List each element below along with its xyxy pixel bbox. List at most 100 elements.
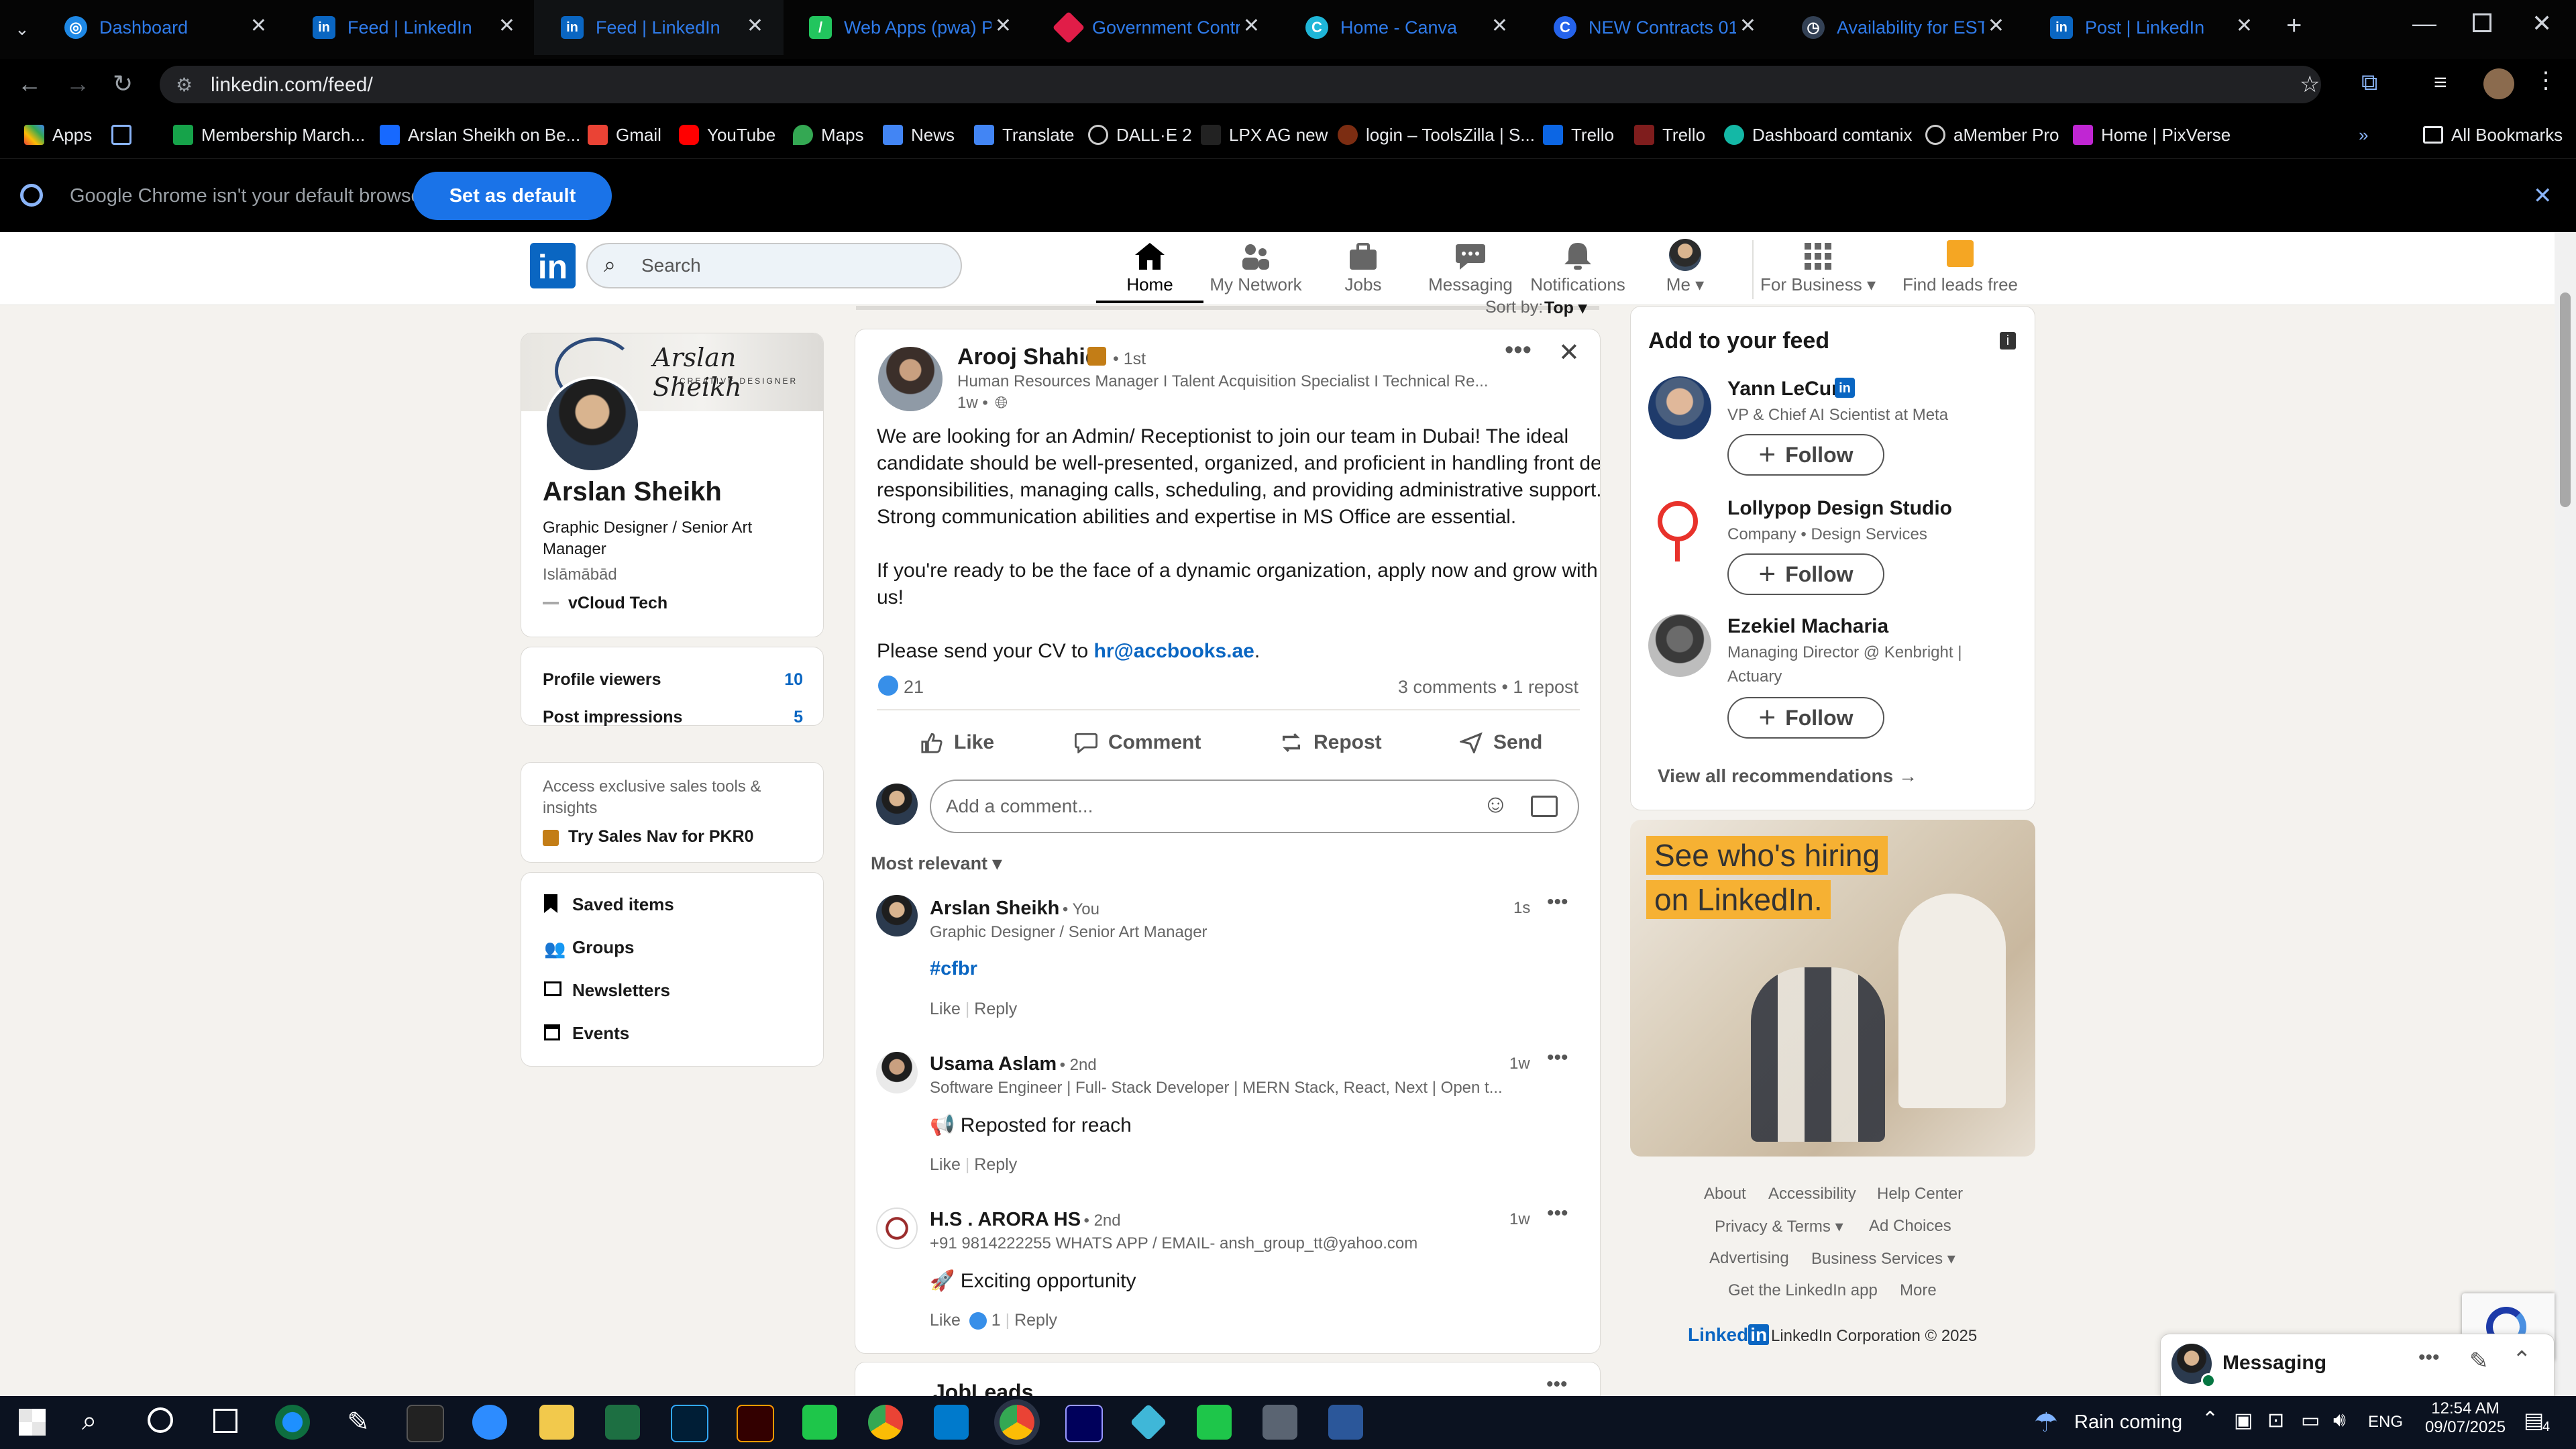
url-text[interactable]: linkedin.com/feed/ xyxy=(211,74,373,97)
close-tab-icon[interactable]: ✕ xyxy=(1491,16,1508,36)
chrome-taskbar-icon[interactable] xyxy=(868,1405,903,1440)
bookmark-grid[interactable] xyxy=(111,111,140,158)
comment-avatar[interactable] xyxy=(876,895,918,936)
tab-dashboard[interactable]: ◎ Dashboard ✕ xyxy=(38,0,287,55)
green-app-icon[interactable] xyxy=(1197,1405,1232,1440)
comment-like-button[interactable]: Like xyxy=(930,1000,961,1018)
compose-icon[interactable]: ✎ xyxy=(2469,1348,2489,1375)
search-icon[interactable]: ⌕ xyxy=(82,1406,97,1436)
sort-dropdown[interactable]: Top ▾ xyxy=(1544,298,1587,318)
meet-icon[interactable]: ⊡ xyxy=(2267,1409,2284,1432)
nav-find-leads[interactable]: Find leads free xyxy=(1893,236,2027,301)
linkedin-logo[interactable]: in xyxy=(530,243,576,288)
nav-me[interactable]: Me ▾ xyxy=(1631,236,1739,301)
bookmark-gmail[interactable]: Gmail xyxy=(588,111,661,158)
comment-author[interactable]: H.S . ARORA HS xyxy=(930,1209,1081,1230)
bookmark-trello-2[interactable]: Trello xyxy=(1634,111,1705,158)
action-center-icon[interactable]: ▤ xyxy=(2524,1407,2544,1433)
tab-feed-linkedin-1[interactable]: in Feed | LinkedIn ✕ xyxy=(286,0,535,55)
bookmark-comtanix[interactable]: Dashboard comtanix xyxy=(1724,111,1912,158)
post-dismiss-icon[interactable]: ✕ xyxy=(1558,337,1580,368)
profile-viewers-count[interactable]: 10 xyxy=(784,670,803,690)
photoshop-icon[interactable] xyxy=(671,1405,708,1442)
terminal-icon[interactable] xyxy=(407,1405,444,1442)
bluestacks-icon[interactable] xyxy=(802,1405,837,1440)
footer-accessibility-link[interactable]: Accessibility xyxy=(1768,1185,1856,1203)
webcam-icon[interactable]: ▣ xyxy=(2234,1409,2253,1432)
task-view-icon[interactable] xyxy=(213,1409,237,1433)
calculator-icon[interactable] xyxy=(1263,1405,1297,1440)
post-more-icon[interactable]: ••• xyxy=(1505,336,1532,365)
restore-icon[interactable] xyxy=(2473,13,2491,32)
comment-author[interactable]: Arslan Sheikh xyxy=(930,898,1059,919)
post-author-avatar[interactable] xyxy=(878,347,943,411)
vscode-icon[interactable] xyxy=(934,1405,969,1440)
bookmark-star-icon[interactable]: ☆ xyxy=(2300,71,2320,98)
messaging-title[interactable]: Messaging xyxy=(2222,1352,2326,1375)
comment-more-icon[interactable]: ••• xyxy=(1547,1202,1568,1225)
comment-hashtag[interactable]: #cfbr xyxy=(930,958,977,980)
word-icon[interactable] xyxy=(1328,1405,1363,1440)
close-window-icon[interactable]: ✕ xyxy=(2532,9,2552,38)
zoom-icon[interactable] xyxy=(472,1405,507,1440)
next-card-more-icon[interactable]: ••• xyxy=(1546,1373,1568,1396)
footer-advertising-link[interactable]: Advertising xyxy=(1709,1249,1789,1268)
tab-post-linkedin[interactable]: in Post | LinkedIn ✕ xyxy=(2023,0,2273,55)
like-button[interactable]: Like xyxy=(920,724,994,761)
recommendation-avatar[interactable] xyxy=(1648,376,1711,439)
comment-reply-button[interactable]: Reply xyxy=(1014,1311,1057,1330)
comment-likes-count[interactable]: 1 xyxy=(991,1311,1001,1330)
chrome-active-taskbar-icon[interactable] xyxy=(1000,1405,1034,1440)
chrome-menu-icon[interactable]: ⋮ xyxy=(2534,67,2557,94)
info-icon[interactable]: i xyxy=(2000,332,2016,350)
close-tab-icon[interactable]: ✕ xyxy=(498,16,515,36)
profile-name[interactable]: Arslan Sheikh xyxy=(543,477,722,507)
close-tab-icon[interactable]: ✕ xyxy=(747,16,763,36)
minimize-icon[interactable]: — xyxy=(2412,9,2436,38)
scrollbar-thumb[interactable] xyxy=(2560,292,2571,507)
comment-reply-button[interactable]: Reply xyxy=(974,1155,1017,1174)
reload-icon[interactable]: ↻ xyxy=(113,70,133,98)
profile-avatar[interactable] xyxy=(544,376,641,473)
tab-search-chevron-icon[interactable]: ⌄ xyxy=(15,19,30,40)
send-button[interactable]: Send xyxy=(1460,724,1542,761)
comments-reposts-count[interactable]: 3 comments • 1 repost xyxy=(1398,677,1578,698)
comment-author[interactable]: Usama Aslam xyxy=(930,1053,1057,1075)
language-indicator[interactable]: ENG xyxy=(2368,1413,2403,1432)
tab-feed-linkedin-2[interactable]: in Feed | LinkedIn ✕ xyxy=(534,0,784,55)
tab-availability[interactable]: ◷ Availability for EST st ✕ xyxy=(1775,0,2025,55)
comment-like-button[interactable]: Like xyxy=(930,1311,961,1330)
recommendation-avatar[interactable] xyxy=(1648,614,1711,677)
tab-web-apps[interactable]: / Web Apps (pwa) Pict ✕ xyxy=(782,0,1032,55)
comments-sort-dropdown[interactable]: Most relevant ▾ xyxy=(871,853,1002,874)
repost-button[interactable]: Repost xyxy=(1280,724,1382,761)
weather-text[interactable]: Rain coming xyxy=(2074,1411,2182,1434)
extensions-icon[interactable]: ⧉ xyxy=(2361,70,2377,96)
follow-button[interactable]: + Follow xyxy=(1727,553,1884,595)
lollypop-logo-icon[interactable] xyxy=(1658,501,1698,541)
premiere-icon[interactable] xyxy=(1065,1405,1103,1442)
comment-button[interactable]: Comment xyxy=(1075,724,1201,761)
like-reaction-icon[interactable] xyxy=(878,676,898,696)
bookmark-apps[interactable]: Apps xyxy=(24,111,92,158)
chrome-profile-avatar[interactable] xyxy=(2483,68,2514,99)
hiring-ad[interactable]: See who's hiring on LinkedIn. xyxy=(1630,820,2035,1157)
all-bookmarks[interactable]: All Bookmarks xyxy=(2423,111,2563,158)
clock[interactable]: 12:54 AM 09/07/2025 xyxy=(2415,1399,2516,1437)
nav-messaging[interactable]: Messaging xyxy=(1417,236,1524,301)
comment-avatar[interactable] xyxy=(876,1052,918,1093)
footer-business-services-link[interactable]: Business Services ▾ xyxy=(1811,1249,1955,1269)
forward-icon[interactable]: → xyxy=(66,70,90,98)
bookmark-amember[interactable]: aMember Pro xyxy=(1925,111,2059,158)
post-impressions-label[interactable]: Post impressions xyxy=(543,708,682,727)
comment-more-icon[interactable]: ••• xyxy=(1547,891,1568,914)
bookmark-youtube[interactable]: YouTube xyxy=(679,111,775,158)
nav-jobs[interactable]: Jobs xyxy=(1309,236,1417,301)
close-tab-icon[interactable]: ✕ xyxy=(1988,16,2004,36)
cortana-icon[interactable] xyxy=(148,1407,173,1433)
close-tab-icon[interactable]: ✕ xyxy=(2236,16,2253,36)
emoji-icon[interactable]: ☺ xyxy=(1483,790,1509,819)
bookmark-pixverse[interactable]: Home | PixVerse xyxy=(2073,111,2231,158)
image-icon[interactable] xyxy=(1531,796,1558,817)
follow-button[interactable]: + Follow xyxy=(1727,697,1884,739)
